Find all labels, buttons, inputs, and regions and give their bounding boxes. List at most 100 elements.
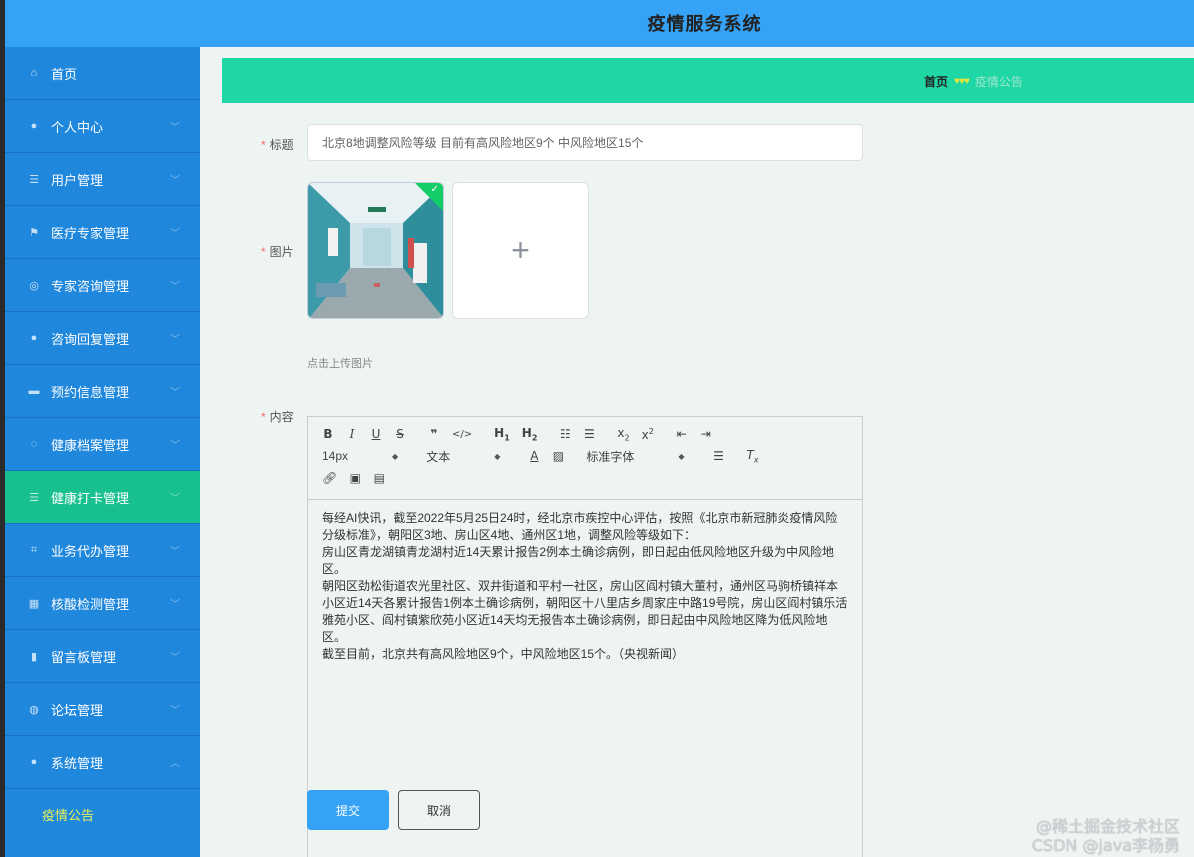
flag-icon: ⚑ bbox=[29, 226, 39, 239]
updown-icon: ◆ bbox=[392, 451, 399, 461]
image-icon[interactable]: ▣ bbox=[349, 471, 361, 485]
italic-icon[interactable]: I bbox=[346, 427, 358, 441]
background-color-icon[interactable]: ▨ bbox=[552, 449, 564, 463]
sidebar-item-label: 个人中心 bbox=[51, 119, 104, 135]
sidebar-item[interactable]: ◎ 专家咨询管理 ﹀ bbox=[5, 259, 200, 312]
chevron-down-icon: ﹀ bbox=[170, 599, 180, 611]
upload-button[interactable]: + bbox=[452, 182, 589, 319]
chevron-down-icon: ﹀ bbox=[170, 652, 180, 664]
sidebar-item[interactable]: ⌂ 首页 bbox=[5, 47, 200, 100]
title-input[interactable] bbox=[307, 124, 863, 161]
sidebar-item[interactable]: ◍ 论坛管理 ﹀ bbox=[5, 683, 200, 736]
sidebar-item-label: 预约信息管理 bbox=[51, 384, 130, 400]
ordered-list-icon[interactable]: ☷ bbox=[559, 427, 571, 441]
chevron-down-icon: ﹀ bbox=[170, 122, 180, 134]
rich-text-editor: B I U S ❞ </> H1 H2 ☷ ☰ x2 x2 ⇤ ⇥ 14px ◆ … bbox=[307, 416, 863, 857]
plus-icon: + bbox=[511, 232, 530, 268]
sidebar-item[interactable]: ☰ 用户管理 ﹀ bbox=[5, 153, 200, 206]
chart-icon: ▮ bbox=[30, 650, 38, 663]
chevron-down-icon: ﹀ bbox=[170, 387, 180, 399]
sidebar-item-label: 用户管理 bbox=[51, 172, 104, 188]
sidebar-item[interactable]: ▦ 核酸检测管理 ﹀ bbox=[5, 577, 200, 630]
sidebar-item[interactable]: ● 系统管理 ︿ bbox=[5, 736, 200, 789]
sidebar-item-label: 论坛管理 bbox=[51, 702, 104, 718]
ticket-icon: ▬ bbox=[28, 385, 40, 397]
content-paragraph: 朝阳区劲松街道农光里社区、双井街道和平村一社区，房山区阎村镇大董村，通州区马驹桥… bbox=[322, 579, 848, 644]
heading1-icon[interactable]: H1 bbox=[494, 426, 510, 442]
hospital-corridor-image bbox=[308, 183, 443, 318]
superscript-icon[interactable]: x2 bbox=[642, 427, 654, 442]
link-icon[interactable]: 🔗︎ bbox=[322, 471, 337, 485]
sidebar-item[interactable]: ● 咨询回复管理 ﹀ bbox=[5, 312, 200, 365]
clear-format-icon[interactable]: Tx bbox=[747, 448, 759, 464]
sidebar-item-label: 健康打卡管理 bbox=[51, 490, 130, 506]
block-type-select[interactable]: 文本 ◆ bbox=[426, 448, 500, 465]
indent-icon[interactable]: ⇥ bbox=[700, 427, 712, 441]
editor-content[interactable]: 每经AI快讯，截至2022年5月25日24时，经北京市疾控中心评估，按照《北京市… bbox=[308, 500, 862, 673]
outdent-icon[interactable]: ⇤ bbox=[676, 427, 688, 441]
list-icon: ☰ bbox=[29, 491, 39, 504]
chevron-up-icon: ︿ bbox=[170, 758, 180, 770]
align-icon[interactable]: ☰ bbox=[713, 449, 725, 463]
watermark-csdn: CSDN @java李杨勇 bbox=[1031, 836, 1180, 855]
sidebar-item[interactable]: ● 个人中心 ﹀ bbox=[5, 100, 200, 153]
sidebar-item-label: 核酸检测管理 bbox=[51, 596, 130, 612]
globe-icon: ◍ bbox=[29, 703, 39, 716]
sidebar-item[interactable]: ◌ 健康档案管理 ﹀ bbox=[5, 418, 200, 471]
blockquote-icon[interactable]: ❞ bbox=[428, 427, 440, 441]
sidebar-item[interactable]: ⚑ 医疗专家管理 ﹀ bbox=[5, 206, 200, 259]
chevron-down-icon: ﹀ bbox=[170, 281, 180, 293]
heart-separator-icon: ♥♥♥ bbox=[954, 76, 970, 87]
font-color-icon[interactable]: A bbox=[528, 449, 540, 463]
sidebar-subitem[interactable]: 轮播图管理 bbox=[5, 839, 200, 857]
uploaded-image-thumbnail[interactable]: ✓ bbox=[307, 182, 444, 319]
sidebar-item[interactable]: ☰ 健康打卡管理 ﹀ bbox=[5, 471, 200, 524]
subscript-icon[interactable]: x2 bbox=[617, 426, 629, 442]
heading2-icon[interactable]: H2 bbox=[522, 426, 538, 442]
sidebar-menu: ⌂ 首页 ● 个人中心 ﹀ ☰ 用户管理 ﹀ ⚑ 医疗专家管理 ﹀ ◎ 专家咨询管理 ﹀ ● 咨询回复管理 ﹀ ▬… bbox=[5, 47, 200, 857]
font-size-select[interactable]: 14px ◆ bbox=[322, 449, 398, 463]
chevron-down-icon: ﹀ bbox=[170, 334, 180, 346]
user-icon: ● bbox=[30, 120, 38, 132]
sidebar-item-label: 咨询回复管理 bbox=[51, 331, 130, 347]
chevron-down-icon: ﹀ bbox=[170, 228, 180, 240]
chevron-down-icon: ﹀ bbox=[170, 705, 180, 717]
sidebar-item-label: 留言板管理 bbox=[51, 649, 117, 665]
updown-icon: ◆ bbox=[678, 451, 685, 461]
breadcrumb-current: 疫情公告 bbox=[974, 75, 1023, 89]
sidebar-subitem[interactable]: 疫情公告 bbox=[5, 789, 200, 839]
bullet-list-icon[interactable]: ☰ bbox=[583, 427, 595, 441]
bold-icon[interactable]: B bbox=[322, 427, 334, 441]
stamp-icon: ◌ bbox=[30, 438, 38, 450]
content-paragraph: 每经AI快讯，截至2022年5月25日24时，经北京市疾控中心评估，按照《北京市… bbox=[322, 511, 838, 542]
check-icon: ✓ bbox=[430, 184, 439, 195]
sidebar-item-label: 业务代办管理 bbox=[51, 543, 130, 559]
updown-icon: ◆ bbox=[494, 451, 501, 461]
sidebar-item-label: 健康档案管理 bbox=[51, 437, 130, 453]
submit-button[interactable]: 提交 bbox=[307, 790, 389, 830]
cancel-button[interactable]: 取消 bbox=[398, 790, 480, 830]
breadcrumb-home[interactable]: 首页 bbox=[924, 73, 948, 90]
chevron-down-icon: ﹀ bbox=[170, 493, 180, 505]
upload-hint: 点击上传图片 bbox=[307, 358, 373, 370]
code-block-icon[interactable]: </> bbox=[452, 429, 472, 440]
title-label: * 标题 bbox=[261, 138, 294, 152]
sidebar-item[interactable]: ▬ 预约信息管理 ﹀ bbox=[5, 365, 200, 418]
video-icon[interactable]: ▤ bbox=[373, 471, 385, 485]
content-label: * 内容 bbox=[261, 410, 294, 424]
content-paragraph: 截至目前，北京共有高风险地区9个，中风险地区15个。（央视新闻） bbox=[322, 647, 685, 661]
app-title: 疫情服务系统 bbox=[647, 14, 762, 34]
sidebar-item[interactable]: ⌗ 业务代办管理 ﹀ bbox=[5, 524, 200, 577]
sidebar-item-label: 首页 bbox=[51, 66, 78, 82]
chevron-down-icon: ﹀ bbox=[170, 440, 180, 452]
user-icon: ● bbox=[30, 756, 38, 768]
sidebar-item-label: 系统管理 bbox=[51, 755, 104, 771]
crop-icon: ⌗ bbox=[30, 543, 38, 556]
user-icon: ● bbox=[30, 332, 38, 344]
list-icon: ☰ bbox=[29, 173, 39, 186]
sidebar-item[interactable]: ▮ 留言板管理 ﹀ bbox=[5, 630, 200, 683]
strikethrough-icon[interactable]: S bbox=[394, 427, 406, 441]
compass-icon: ◎ bbox=[29, 279, 39, 292]
font-family-select[interactable]: 标准字体 ◆ bbox=[586, 448, 684, 465]
underline-icon[interactable]: U bbox=[370, 427, 382, 441]
